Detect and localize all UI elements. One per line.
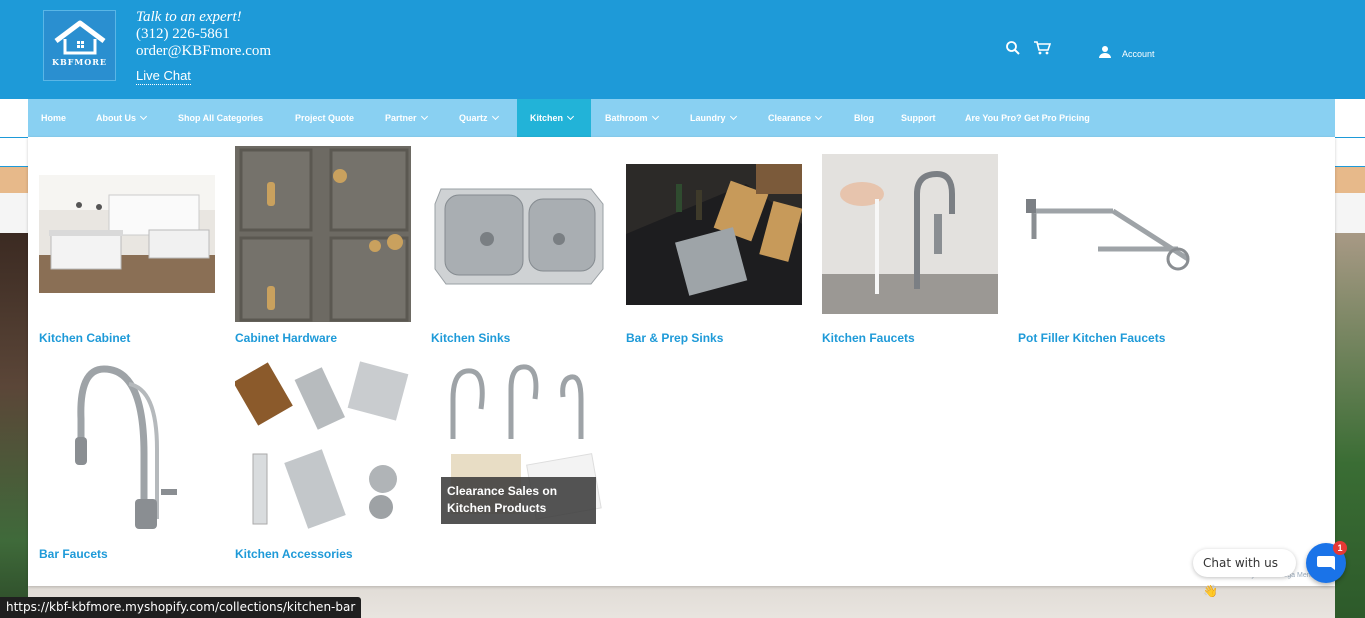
nav-quartz[interactable]: Quartz [459, 99, 499, 137]
nav-shop-all[interactable]: Shop All Categories [178, 99, 263, 137]
kitchen-cabinet-image[interactable] [39, 146, 215, 322]
nav-laundry[interactable]: Laundry [690, 99, 737, 137]
menu-label-kitchen-accessories[interactable]: Kitchen Accessories [235, 547, 353, 561]
nav-clearance[interactable]: Clearance [768, 99, 823, 137]
kitchen-sink-image[interactable] [431, 146, 607, 322]
chevron-down-icon [420, 112, 428, 121]
phone-number[interactable]: (312) 226-5861 [136, 26, 271, 43]
account-label: Account [1122, 49, 1155, 59]
account-link[interactable]: Account [1098, 45, 1155, 61]
menu-label-bar-faucets[interactable]: Bar Faucets [39, 547, 108, 561]
nav-about-us[interactable]: About Us [96, 99, 148, 137]
site-header: KBFMORE Talk to an expert! (312) 226-586… [0, 0, 1365, 99]
chevron-down-icon [729, 112, 737, 121]
nav-partner[interactable]: Partner [385, 99, 428, 137]
hero-left-edge [0, 233, 28, 618]
menu-label-bar-prep-sinks[interactable]: Bar & Prep Sinks [626, 331, 723, 345]
nav-blog[interactable]: Blog [854, 99, 874, 137]
menu-label-kitchen-sinks[interactable]: Kitchen Sinks [431, 331, 510, 345]
contact-block: Talk to an expert! (312) 226-5861 order@… [136, 9, 271, 60]
chat-unread-badge: 1 [1333, 541, 1347, 555]
kitchen-accessories-image[interactable] [235, 359, 411, 535]
menu-label-cabinet-hardware[interactable]: Cabinet Hardware [235, 331, 337, 345]
chevron-down-icon [566, 112, 575, 121]
menu-label-kitchen-faucets[interactable]: Kitchen Faucets [822, 331, 915, 345]
chevron-down-icon [491, 112, 499, 121]
chevron-down-icon [814, 112, 823, 121]
chevron-down-icon [651, 112, 659, 121]
user-icon [1099, 46, 1111, 58]
chevron-down-icon [139, 112, 148, 121]
clearance-promo-image[interactable]: Clearance Sales on Kitchen Products [431, 359, 607, 535]
nav-support[interactable]: Support [901, 99, 936, 137]
kitchen-faucet-image[interactable] [822, 146, 998, 322]
chat-greeting[interactable]: Chat with us 👋 [1193, 549, 1296, 598]
nav-bathroom[interactable]: Bathroom [605, 99, 659, 137]
pot-filler-image[interactable] [1018, 146, 1194, 322]
bar-faucet-image[interactable] [39, 359, 215, 535]
browser-status-url: https://kbf-kbfmore.myshopify.com/collec… [0, 597, 362, 618]
logo-text: KBFMORE [52, 57, 107, 67]
cabinet-hardware-image[interactable] [235, 146, 411, 322]
email-address[interactable]: order@KBFmore.com [136, 43, 271, 60]
bar-prep-sink-image[interactable] [626, 146, 802, 322]
kitchen-mega-menu: Kitchen Cabinet Cabinet Hardware Kitchen… [28, 137, 1335, 586]
nav-home[interactable]: Home [41, 99, 66, 137]
nav-project-quote[interactable]: Project Quote [295, 99, 354, 137]
menu-label-kitchen-cabinet[interactable]: Kitchen Cabinet [39, 331, 130, 345]
clearance-promo-banner[interactable]: Clearance Sales on Kitchen Products [441, 477, 596, 524]
cart-icon[interactable] [1033, 40, 1052, 61]
nav-kitchen[interactable]: Kitchen [517, 99, 591, 137]
menu-label-pot-filler[interactable]: Pot Filler Kitchen Faucets [1018, 331, 1165, 345]
main-nav: Home About Us Shop All Categories Projec… [28, 99, 1335, 137]
tagline: Talk to an expert! [136, 9, 242, 25]
house-logo-icon [54, 20, 106, 55]
nav-pro-pricing[interactable]: Are You Pro? Get Pro Pricing [965, 99, 1090, 137]
kbfmore-logo[interactable]: KBFMORE [43, 10, 116, 81]
search-icon[interactable] [1005, 40, 1021, 61]
live-chat-link[interactable]: Live Chat [136, 68, 191, 85]
